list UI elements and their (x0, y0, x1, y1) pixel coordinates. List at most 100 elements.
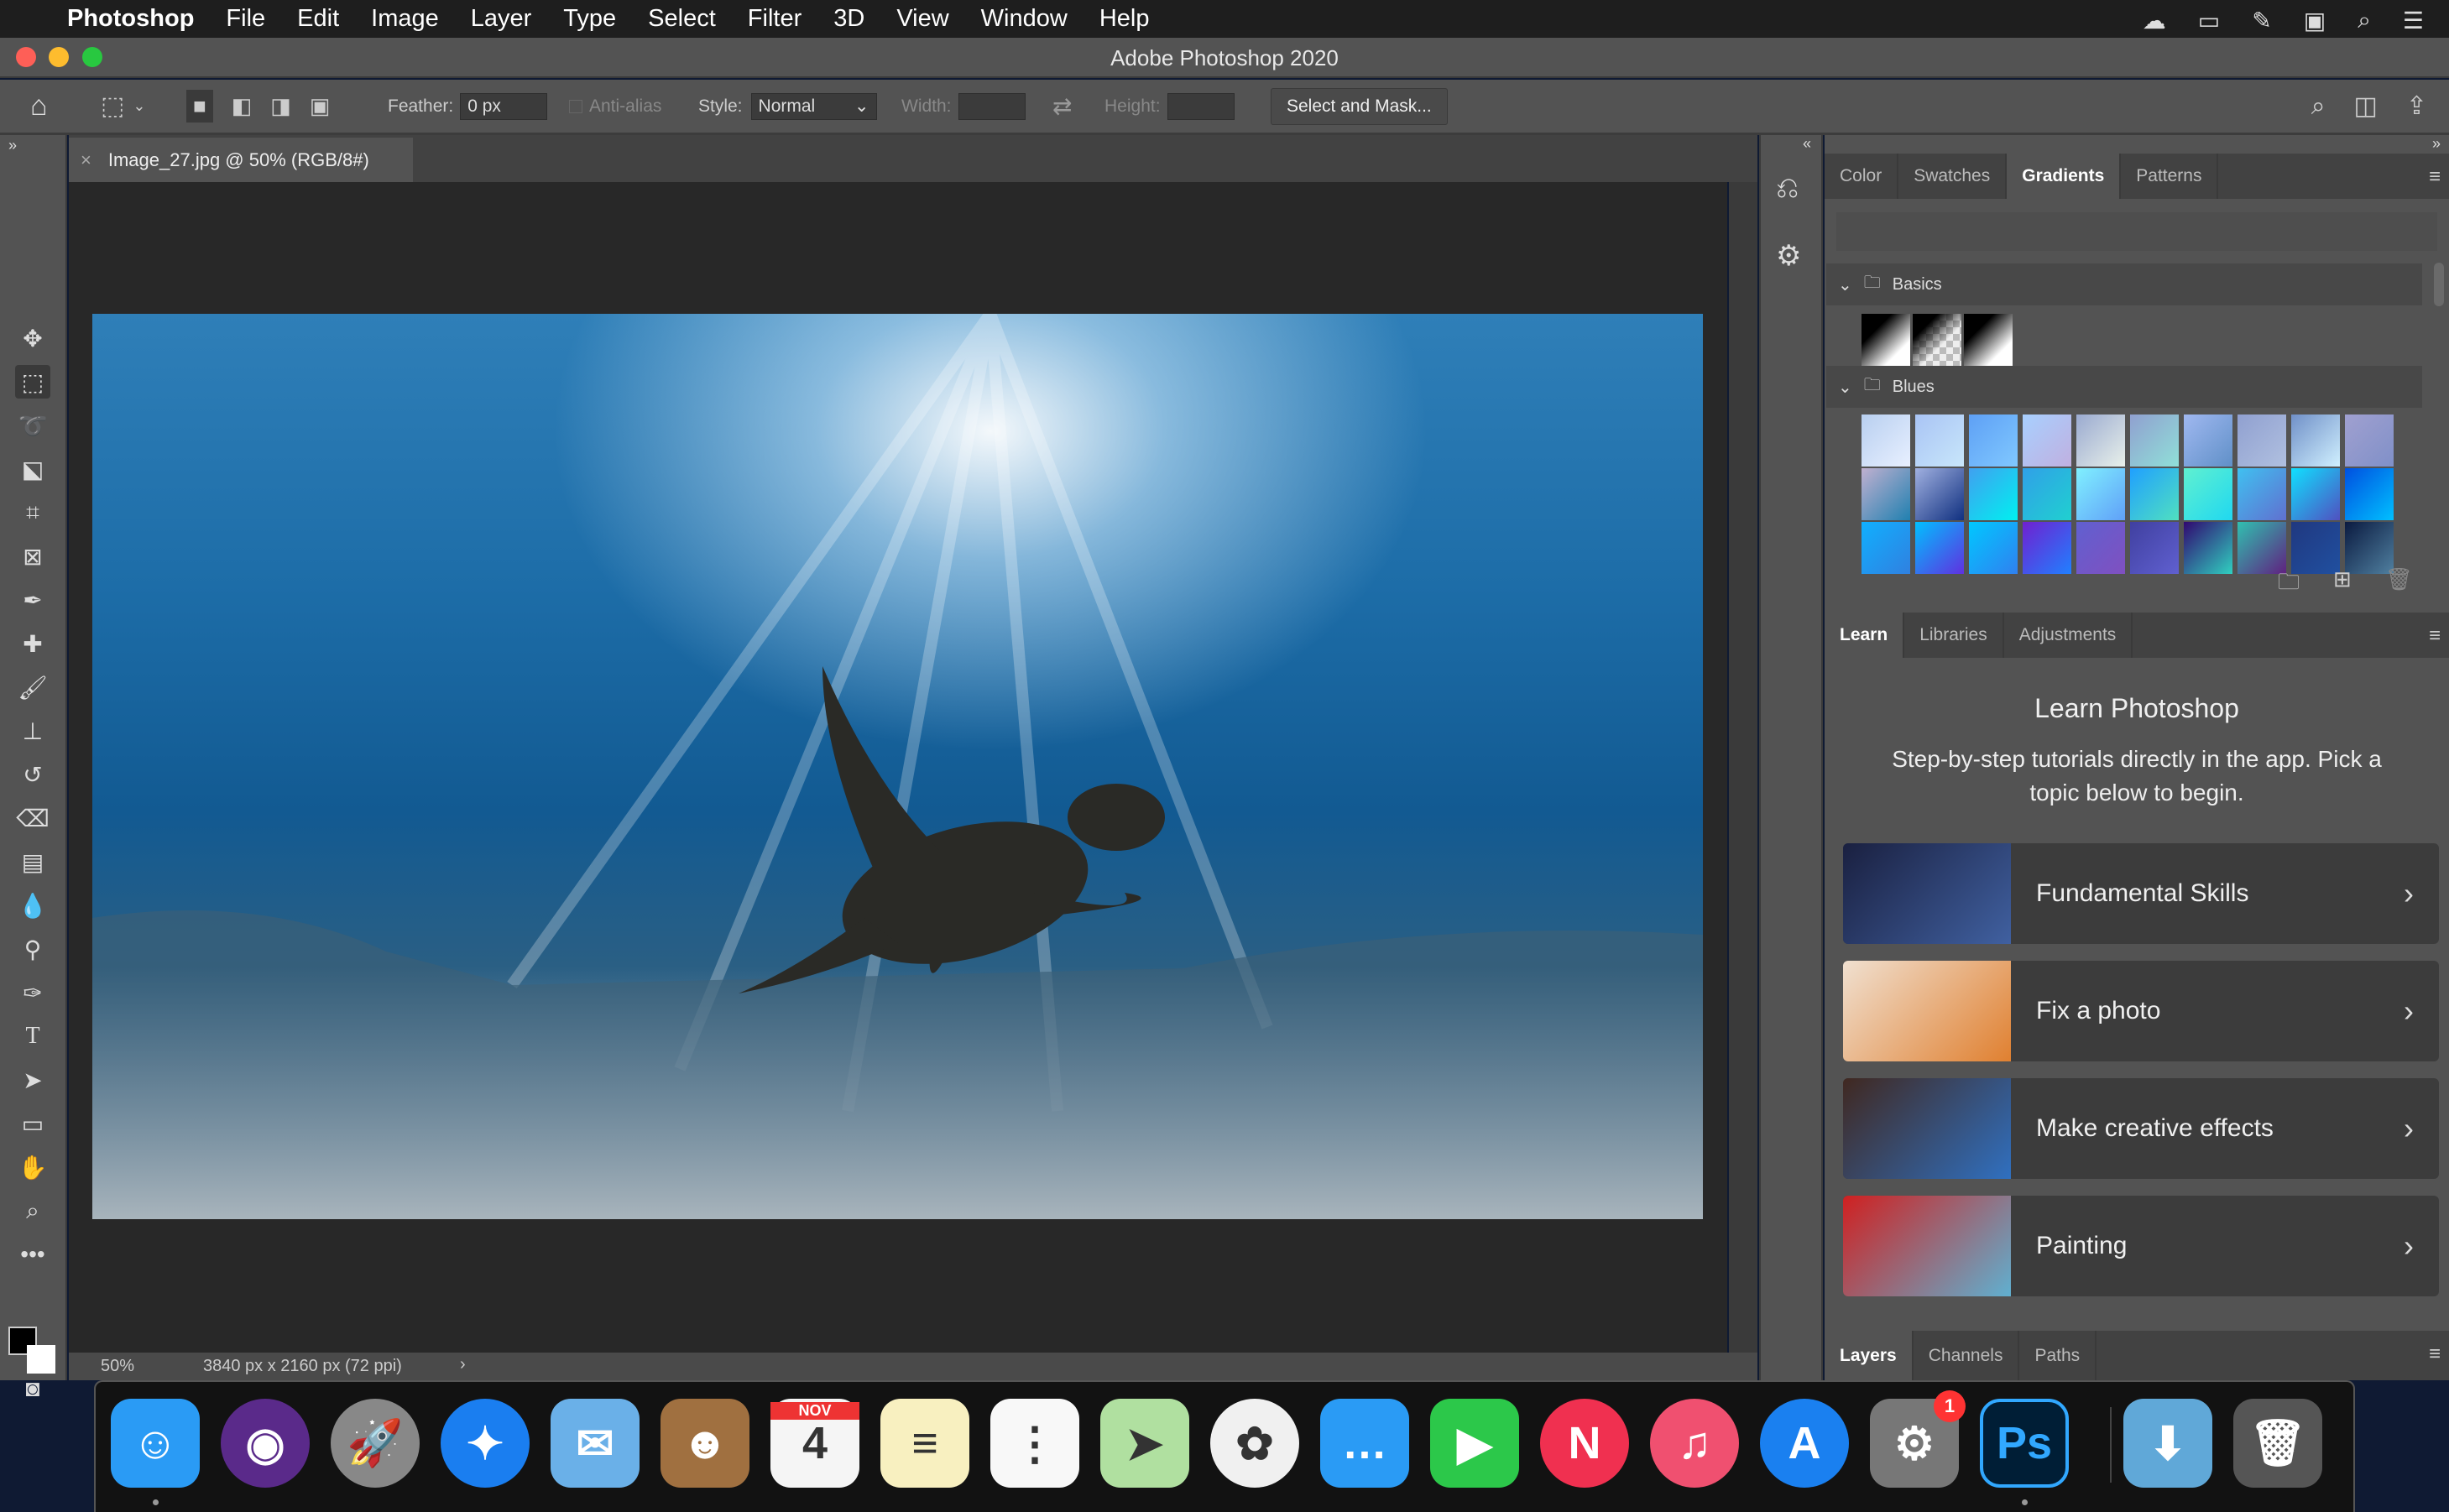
control-center-icon[interactable]: ☰ (2403, 7, 2424, 34)
menu-3d[interactable]: 3D (833, 5, 864, 33)
gradient-swatch[interactable] (1969, 468, 2018, 520)
gradient-swatch[interactable] (2130, 522, 2179, 574)
menu-view[interactable]: View (896, 5, 948, 33)
close-tab-icon[interactable]: × (81, 149, 91, 171)
tab-channels[interactable]: Channels (1914, 1331, 2020, 1380)
pen-icon[interactable]: ✎ (2252, 7, 2271, 34)
gradient-swatch[interactable] (1862, 414, 1910, 467)
pen-tool[interactable]: ✑ (15, 976, 50, 1009)
collapse-icon[interactable]: « (1803, 135, 1811, 153)
launchpad-dock-icon[interactable]: 🚀 (331, 1399, 420, 1488)
tab-gradients[interactable]: Gradients (2007, 154, 2122, 199)
gradient-swatch[interactable] (2184, 414, 2232, 467)
menu-edit[interactable]: Edit (297, 5, 339, 33)
document-image[interactable] (92, 314, 1703, 1219)
subtract-selection-icon[interactable]: ◨ (270, 93, 291, 119)
menu-select[interactable]: Select (648, 5, 716, 33)
gradient-swatch[interactable] (1915, 468, 1964, 520)
finder-dock-icon[interactable]: ☺ (111, 1399, 200, 1488)
panel-menu-icon[interactable]: ≡ (2429, 165, 2441, 189)
eyedropper-tool[interactable]: ✒ (15, 583, 50, 617)
gradient-swatch[interactable] (2023, 522, 2071, 574)
history-brush-tool[interactable]: ↺ (15, 758, 50, 791)
gradient-swatch[interactable] (2023, 414, 2071, 467)
brush-tool[interactable]: 🖌 (15, 670, 50, 704)
panel-menu-icon[interactable]: ≡ (2429, 624, 2441, 648)
reminders-dock-icon[interactable]: ⋮ (990, 1399, 1079, 1488)
frame-tool[interactable]: ⊠ (15, 540, 50, 573)
marquee-preset-picker[interactable]: ⬚ ⌄ (101, 80, 145, 133)
expand-icon[interactable]: » (8, 137, 17, 154)
gradient-swatch[interactable] (2076, 414, 2125, 467)
move-tool[interactable]: ✥ (15, 321, 50, 355)
rectangular-marquee-tool[interactable]: ⬚ (15, 365, 50, 399)
mail-dock-icon[interactable]: ✉ (551, 1399, 640, 1488)
gradient-swatch[interactable] (2184, 468, 2232, 520)
notification-icon[interactable]: ▭ (2198, 7, 2220, 34)
learn-card[interactable]: Fix a photo › (1843, 961, 2439, 1061)
gradient-swatch[interactable] (1969, 414, 2018, 467)
notes-dock-icon[interactable]: ≡ (880, 1399, 969, 1488)
learn-card[interactable]: Fundamental Skills › (1843, 843, 2439, 944)
gradient-swatch[interactable] (2291, 468, 2340, 520)
gradient-swatch[interactable] (2130, 414, 2179, 467)
zoom-level[interactable]: 50% (101, 1357, 134, 1376)
background-color-swatch[interactable] (27, 1345, 55, 1374)
gradient-swatch[interactable] (2238, 468, 2286, 520)
dodge-tool[interactable]: ⚲ (15, 932, 50, 966)
search-icon[interactable]: ⌕ (2311, 92, 2326, 121)
workspace-icon[interactable]: ◫ (2354, 91, 2378, 121)
share-icon[interactable]: ⇪ (2406, 91, 2427, 121)
maps-dock-icon[interactable]: ➤ (1100, 1399, 1189, 1488)
photoshop-dock-icon[interactable]: Ps (1980, 1399, 2069, 1488)
calendar-dock-icon[interactable]: NOV 4 (770, 1399, 859, 1488)
tab-swatches[interactable]: Swatches (1898, 154, 2008, 199)
messages-dock-icon[interactable]: … (1320, 1399, 1409, 1488)
gradient-swatch[interactable] (1969, 522, 2018, 574)
blur-tool[interactable]: 💧 (15, 889, 50, 922)
menu-type[interactable]: Type (563, 5, 616, 33)
gradient-swatch[interactable] (1915, 414, 1964, 467)
gradient-swatch[interactable] (1915, 522, 1964, 574)
menu-image[interactable]: Image (371, 5, 439, 33)
new-group-folder-icon[interactable]: 🗀 (2278, 566, 2300, 603)
add-selection-icon[interactable]: ◧ (232, 93, 253, 119)
tab-libraries[interactable]: Libraries (1904, 613, 2004, 658)
siri-dock-icon[interactable]: ◉ (221, 1399, 310, 1488)
zoom-tool[interactable]: ⌕ (15, 1194, 50, 1228)
swap-icon[interactable]: ⇄ (1052, 80, 1072, 133)
downloads-dock-icon[interactable]: ⬇ (2123, 1399, 2212, 1488)
tab-layers[interactable]: Layers (1825, 1331, 1914, 1380)
gradients-scrollbar[interactable] (2434, 263, 2444, 306)
search-icon[interactable]: ⌕ (2358, 7, 2371, 34)
tab-patterns[interactable]: Patterns (2121, 154, 2219, 199)
hand-tool[interactable]: ✋ (15, 1150, 50, 1184)
gradient-swatch[interactable] (1862, 314, 1910, 366)
app-store-dock-icon[interactable]: A (1760, 1399, 1849, 1488)
properties-panel-icon[interactable]: ⚙ (1776, 239, 1801, 273)
height-input[interactable] (1167, 92, 1235, 120)
gradient-swatch[interactable] (2184, 522, 2232, 574)
learn-card[interactable]: Painting › (1843, 1196, 2439, 1296)
menu-layer[interactable]: Layer (471, 5, 532, 33)
contacts-dock-icon[interactable]: ☻ (661, 1399, 749, 1488)
intersect-selection-icon[interactable]: ▣ (310, 93, 331, 119)
tab-color[interactable]: Color (1825, 154, 1899, 199)
system-preferences-dock-icon[interactable]: ⚙ 1 (1870, 1390, 1966, 1488)
facetime-dock-icon[interactable]: ▶ (1430, 1399, 1519, 1488)
gradient-swatch[interactable] (1913, 314, 1961, 366)
gradient-swatch[interactable] (2238, 414, 2286, 467)
more-tools-icon[interactable]: ••• (15, 1238, 50, 1271)
tab-paths[interactable]: Paths (2019, 1331, 2097, 1380)
gradient-group-blues[interactable]: ⌄ 🗀 Blues (1826, 366, 2422, 408)
trash-dock-icon[interactable]: 🗑 (2233, 1399, 2322, 1488)
width-input[interactable] (958, 92, 1026, 120)
gradient-swatch[interactable] (2076, 522, 2125, 574)
status-menu-chevron-icon[interactable]: › (460, 1355, 466, 1374)
lasso-tool[interactable]: ➰ (15, 409, 50, 442)
display-icon[interactable]: ▣ (2304, 7, 2326, 34)
gradient-tool[interactable]: ▤ (15, 845, 50, 879)
menu-file[interactable]: File (226, 5, 265, 33)
object-selection-tool[interactable]: ⬕ (15, 452, 50, 486)
gradient-search-input[interactable] (1836, 212, 2437, 251)
